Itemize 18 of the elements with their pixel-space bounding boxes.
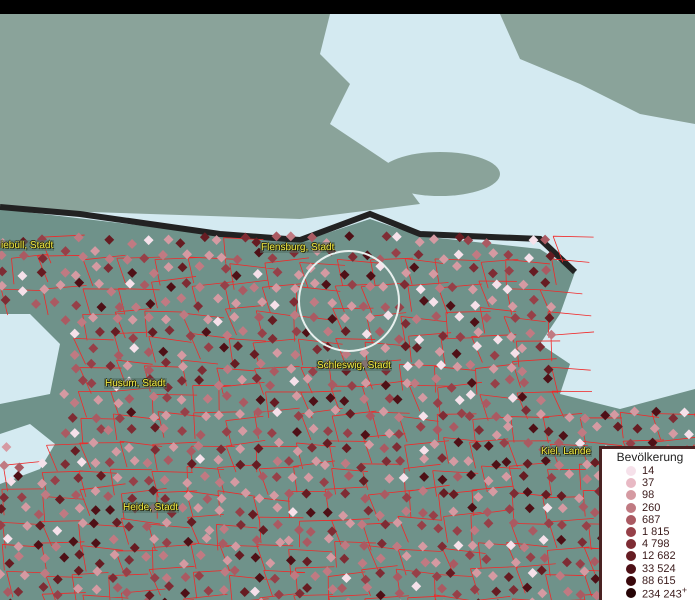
legend-label: 260 <box>642 502 660 514</box>
place-label: Heide, Stadt <box>122 502 180 513</box>
legend-label: 687 <box>642 514 660 526</box>
legend-title: Bevölkerung <box>616 450 684 464</box>
legend-label: 88 615 <box>642 574 676 587</box>
place-label: Schleswig, Stadt <box>316 360 392 371</box>
legend-label: 37 <box>642 477 654 490</box>
legend-label: 98 <box>642 489 654 502</box>
legend-label: 234 243$^{+}$ <box>642 585 688 600</box>
place-label: Husum, Stadt <box>104 378 167 389</box>
legend-label: 12 682 <box>642 550 676 562</box>
legend-label: 33 524 <box>642 562 676 575</box>
legend-label: 14 <box>642 465 654 478</box>
legend-label: 4 798 <box>642 538 670 550</box>
place-label: Flensburg, Stadt <box>260 242 336 253</box>
legend-label: 1 815 <box>642 526 670 538</box>
place-label: Kiel, Lande <box>540 446 592 457</box>
place-label: iebüll, Stadt <box>0 240 54 251</box>
